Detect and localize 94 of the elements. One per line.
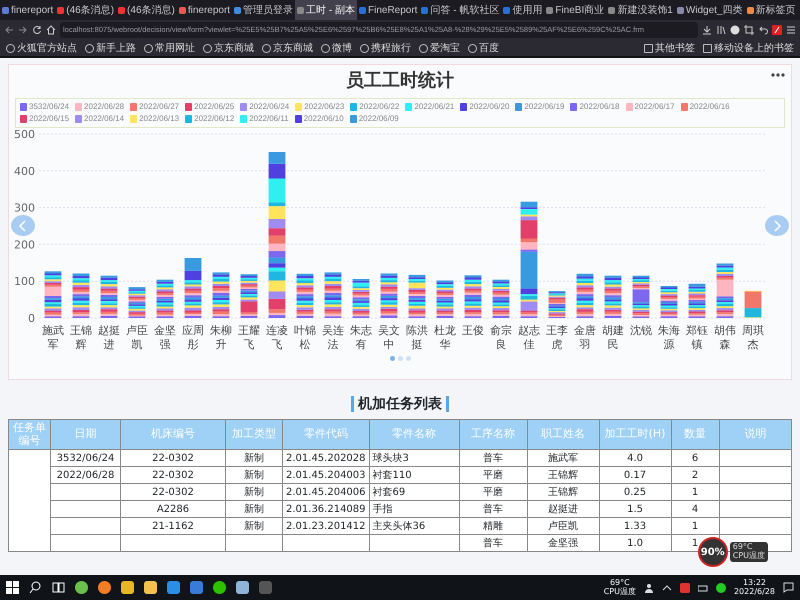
- x-axis-label: 胡伟森: [713, 324, 737, 352]
- x-axis-label: 沈锐: [629, 324, 653, 339]
- table-cell: 普车: [459, 450, 528, 466]
- x-axis-label: 朱志有: [349, 324, 373, 352]
- table-cell: 王锦辉: [527, 466, 600, 484]
- table-cell: 平磨: [459, 484, 528, 500]
- table-cell: 1.0: [599, 534, 672, 552]
- table-cell: 1.5: [599, 500, 672, 518]
- table-cell: 普车: [459, 500, 528, 518]
- cpu-temperature: 69°C: [610, 579, 630, 588]
- table-cell: 2.01.36.214089: [282, 500, 370, 518]
- x-axis-label: 赵挺进: [97, 324, 121, 352]
- cpu-label: CPU温度: [604, 588, 636, 596]
- table-cell: 2.01.45.202028: [282, 450, 370, 466]
- x-axis-label: 胡建民: [601, 324, 625, 352]
- table-cell: 22-0302: [120, 484, 226, 500]
- column-header: 零件代码: [282, 420, 370, 450]
- table-cell: 0.17: [599, 466, 672, 484]
- table-cell: 衬套69: [369, 484, 460, 500]
- table-cell: 4: [671, 500, 720, 518]
- x-axis-label: 周琪杰: [741, 324, 765, 352]
- table-cell: 新制: [226, 518, 282, 534]
- x-axis-label: 朱柳升: [209, 324, 233, 352]
- table-cell: 金坚强: [527, 534, 600, 552]
- table-title: 机加任务列表: [351, 396, 449, 412]
- x-axis-label: 金唐羽: [573, 324, 597, 352]
- table-cell: 衬套110: [369, 466, 460, 484]
- table-cell: 22-0302: [120, 466, 226, 484]
- column-header: 工序名称: [459, 420, 528, 450]
- table-cell: 新制: [226, 450, 282, 466]
- table-cell: 1: [671, 484, 720, 500]
- chart-title: 员工工时统计: [346, 69, 454, 93]
- table-cell: 精雕: [459, 518, 528, 534]
- x-axis-label: 王锦辉: [69, 324, 93, 352]
- table-cell: 王锦辉: [527, 484, 600, 500]
- table-cell: 新制: [226, 500, 282, 518]
- table-cell: 6: [671, 450, 720, 466]
- x-axis-label: 卢臣凯: [125, 324, 149, 352]
- table-cell: 2.01.45.204006: [282, 484, 370, 500]
- column-header: 机床编号: [120, 420, 226, 450]
- table-cell: 1: [671, 518, 720, 534]
- table-cell: A2286: [120, 500, 226, 518]
- y-tick-label: 500: [14, 128, 35, 141]
- table-cell: 2.01.23.201412: [282, 518, 370, 534]
- x-axis-label: 俞宗良: [489, 324, 513, 352]
- x-axis-label: 杜龙华: [433, 324, 457, 352]
- column-header: 零件名称: [369, 420, 460, 450]
- x-axis-label: 金坚强: [153, 324, 177, 352]
- table-cell: 主夹头体36: [369, 518, 460, 534]
- column-header: 职工姓名: [527, 420, 600, 450]
- table-cell: 2: [671, 466, 720, 484]
- x-axis-label: 王耀飞: [237, 324, 261, 352]
- table-cell: 22-0302: [120, 450, 226, 466]
- y-tick-label: 200: [14, 238, 35, 252]
- x-axis-label: 陈洪挺: [405, 324, 429, 352]
- table-cell: 赵挺进: [527, 500, 600, 518]
- column-header: 任务单编号: [8, 420, 50, 450]
- y-tick-label: 0: [28, 312, 35, 324]
- y-tick-label: 100: [14, 275, 35, 288]
- table-cell: 3532/06/24: [50, 450, 120, 466]
- table-cell: 新制: [226, 484, 282, 500]
- table-cell: 21-1162: [120, 518, 226, 534]
- x-axis-label: 施武军: [41, 324, 65, 352]
- table-cell: 新制: [226, 466, 282, 484]
- table-cell: 平磨: [459, 466, 528, 484]
- x-axis-label: 王俊: [461, 324, 485, 339]
- table-cell: 卢臣凯: [527, 518, 600, 534]
- column-header: 加工类型: [226, 420, 282, 450]
- table-cell: 1.33: [599, 518, 672, 534]
- table-cell: 0.25: [599, 484, 672, 500]
- y-tick-label: 300: [14, 202, 35, 215]
- y-tick-label: 400: [14, 164, 35, 178]
- column-header: 数量: [671, 420, 720, 450]
- x-axis-label: 赵志佳: [517, 324, 541, 352]
- x-axis-label: 吴文中: [377, 324, 401, 352]
- cpu-label: CPU温度: [732, 552, 765, 561]
- table-cell: 2.01.45.204003: [282, 466, 370, 484]
- table-cell: 4.0: [599, 450, 672, 466]
- x-axis-label: 王李虎: [545, 324, 569, 352]
- table-cell: 施武军: [527, 450, 600, 466]
- column-header: 加工工时(H): [599, 420, 672, 450]
- table-cell: 手指: [369, 500, 460, 518]
- column-header: 日期: [50, 420, 120, 450]
- x-axis-label: 吴连法: [321, 324, 345, 352]
- table-cell: 2022/06/28: [50, 466, 120, 484]
- x-axis-label: 连凌飞: [265, 324, 289, 352]
- table-cell: 球头块3: [369, 450, 460, 466]
- table-cell: 普车: [459, 534, 528, 552]
- x-axis-label: 应周彤: [181, 324, 205, 352]
- column-header: 说明: [719, 420, 792, 450]
- x-axis-label: 朱海源: [657, 324, 681, 352]
- cpu-temperature: 69°C: [732, 543, 754, 552]
- x-axis-label: 郑钰镇: [685, 324, 709, 352]
- x-axis-label: 叶锦松: [293, 324, 317, 352]
